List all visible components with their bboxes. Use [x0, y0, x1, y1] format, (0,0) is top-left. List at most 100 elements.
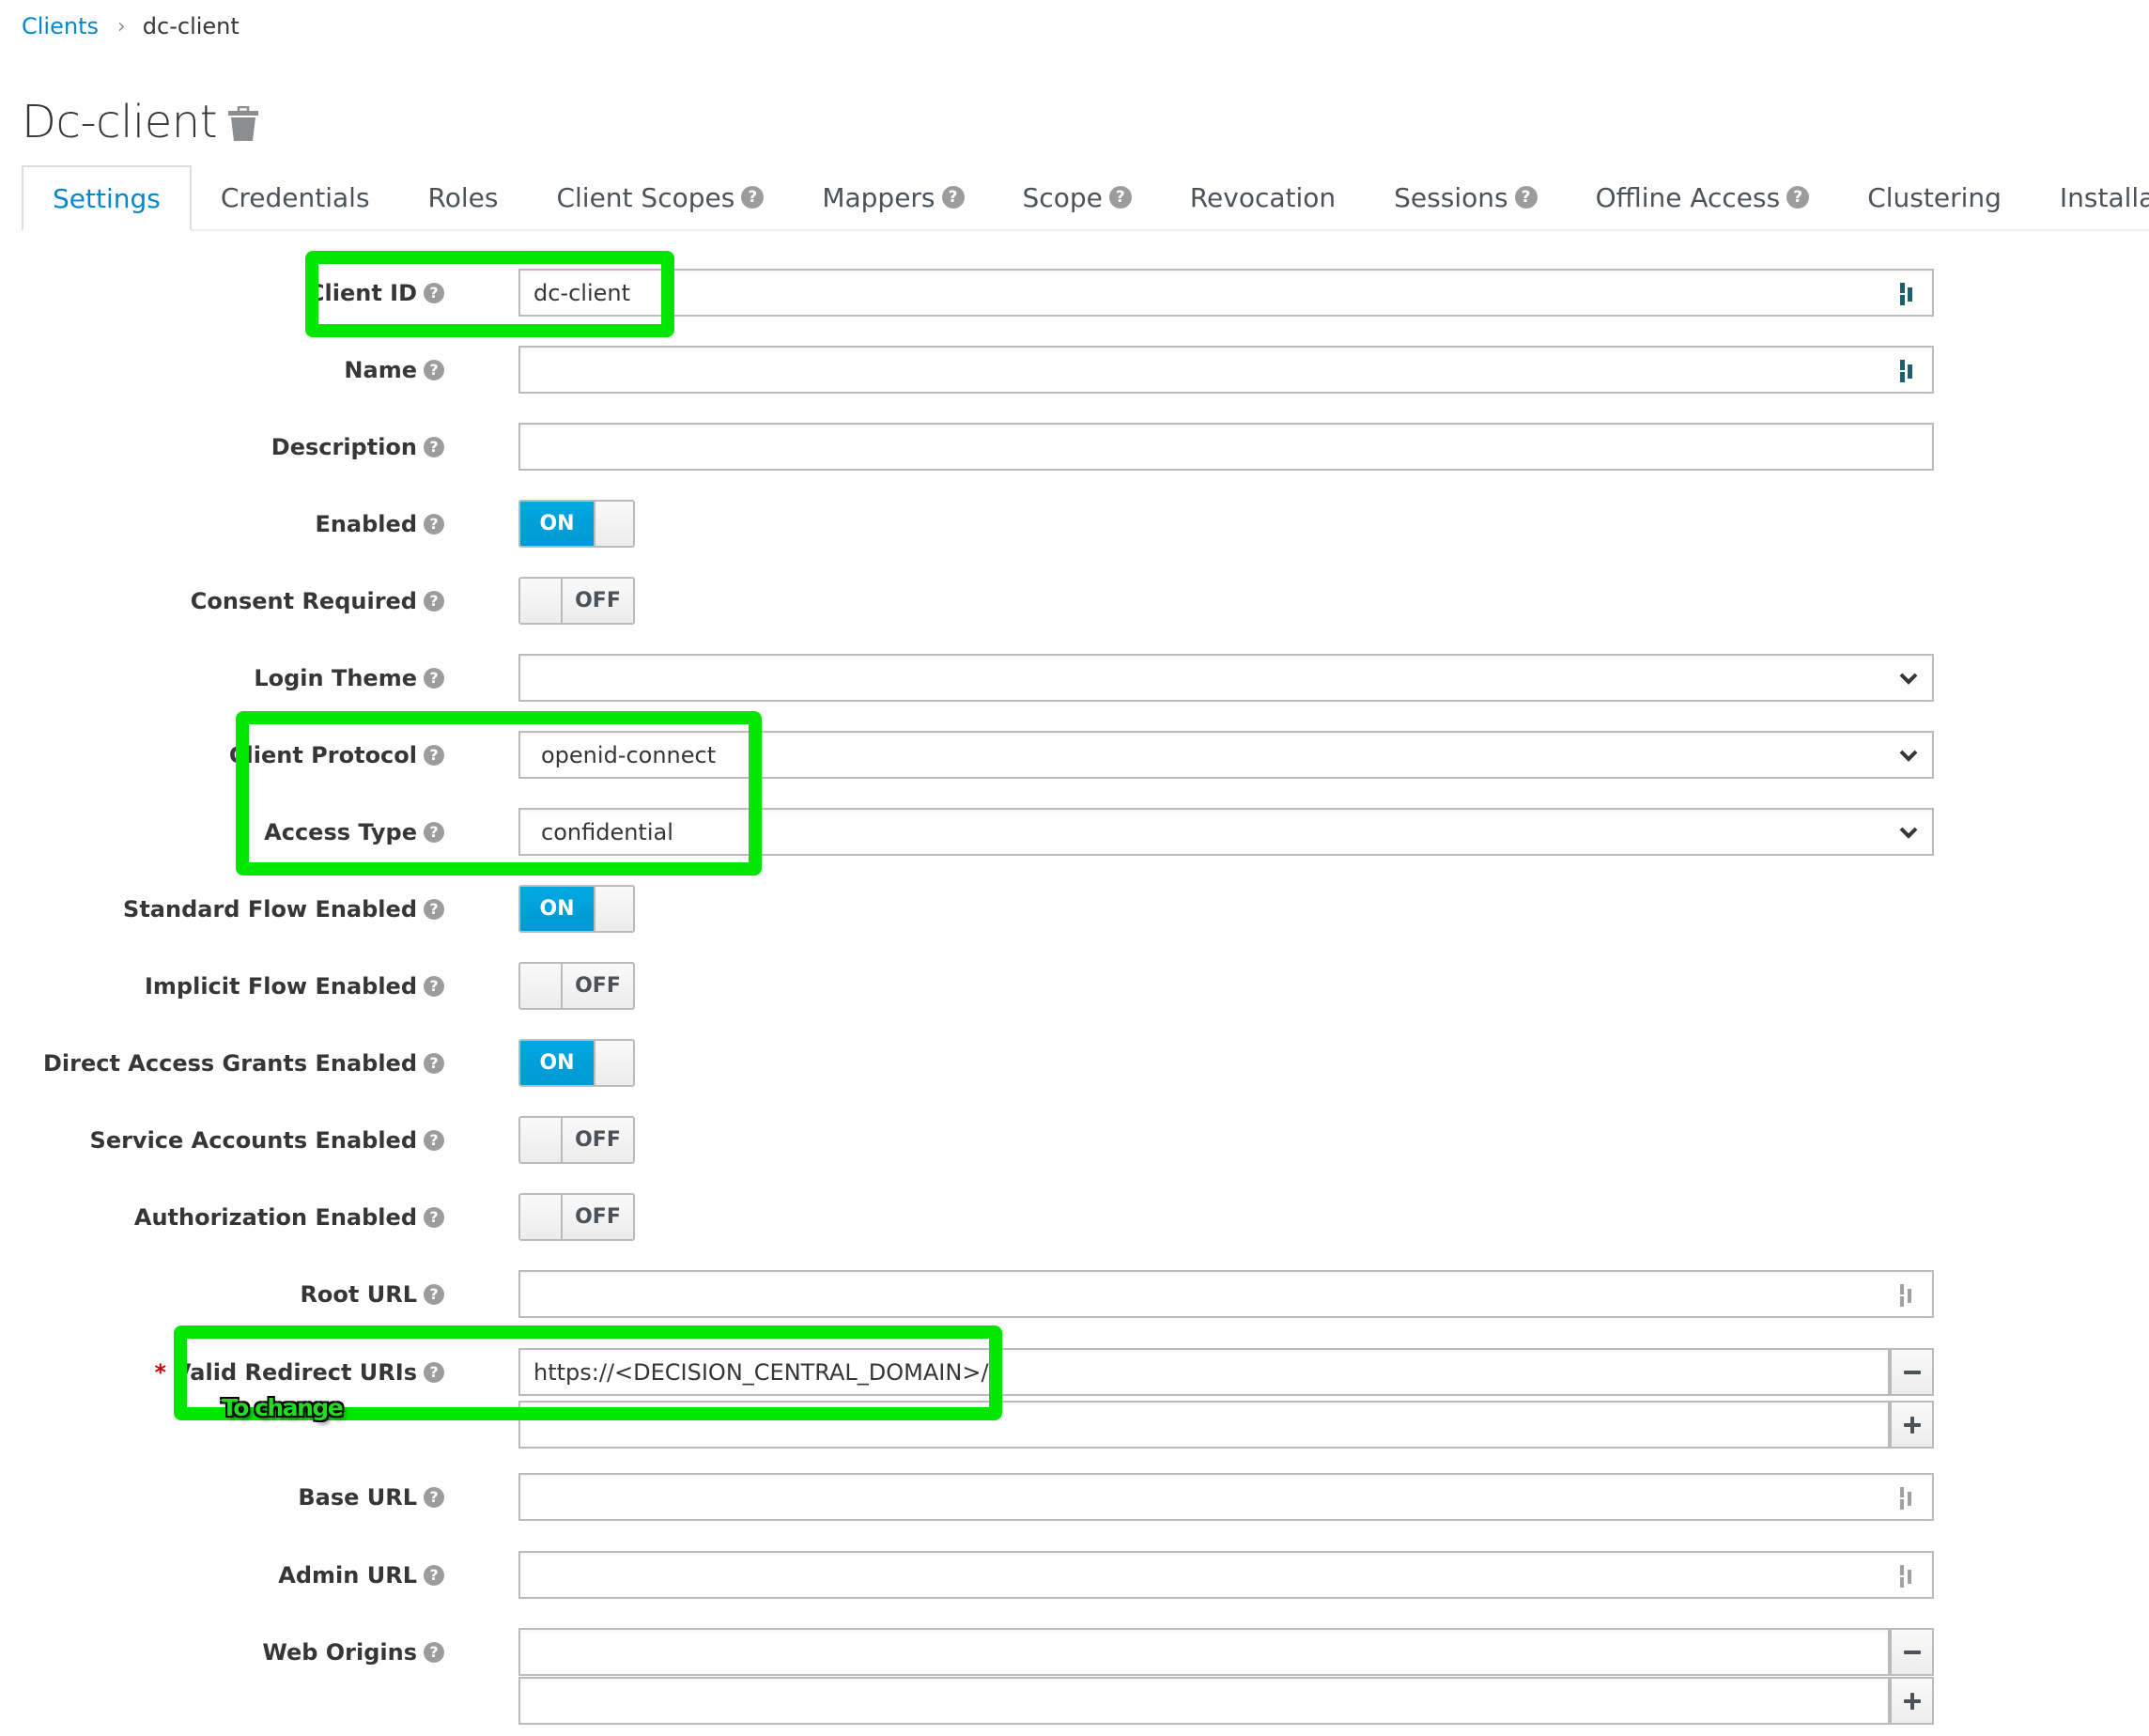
- enabled-toggle[interactable]: ON: [518, 500, 635, 548]
- toggle-state: OFF: [563, 579, 633, 623]
- new-web-origin-input[interactable]: [518, 1677, 1890, 1725]
- help-icon[interactable]: ?: [424, 1486, 444, 1508]
- tab-roles[interactable]: Roles: [399, 165, 528, 229]
- remove-web-origin-button[interactable]: [1890, 1628, 1934, 1676]
- help-icon[interactable]: ?: [424, 282, 444, 303]
- tab-label: Client Scopes: [556, 181, 735, 213]
- toggle-state: ON: [520, 1041, 594, 1085]
- help-icon[interactable]: ?: [424, 1361, 444, 1383]
- consent-required-label: Consent Required?: [0, 577, 444, 625]
- tab-mappers[interactable]: Mappers?: [793, 165, 993, 229]
- label-text: Service Accounts Enabled: [89, 1126, 417, 1154]
- help-icon[interactable]: ?: [1786, 186, 1810, 209]
- tab-offline-access[interactable]: Offline Access?: [1567, 165, 1839, 229]
- help-icon[interactable]: ?: [941, 186, 965, 209]
- help-icon[interactable]: ?: [424, 513, 444, 535]
- service-accounts-toggle[interactable]: OFF: [518, 1116, 635, 1164]
- breadcrumb: Clients › dc-client: [22, 9, 240, 43]
- help-icon[interactable]: ?: [424, 1283, 444, 1305]
- valid-redirect-uri-input[interactable]: https://<DECISION_CENTRAL_DOMAIN>/*: [518, 1348, 1890, 1396]
- tab-revocation[interactable]: Revocation: [1161, 165, 1365, 229]
- client-protocol-select[interactable]: openid-connect: [518, 731, 1934, 779]
- breadcrumb-clients-link[interactable]: Clients: [22, 13, 99, 39]
- tab-credentials[interactable]: Credentials: [192, 165, 399, 229]
- help-icon[interactable]: ?: [1108, 186, 1132, 209]
- help-icon[interactable]: ?: [424, 1052, 444, 1074]
- password-manager-icon[interactable]: [1898, 281, 1921, 307]
- help-icon[interactable]: ?: [424, 359, 444, 380]
- input-value: dc-client: [533, 279, 631, 306]
- label-text: Root URL: [300, 1280, 417, 1308]
- base-url-label: Base URL?: [0, 1473, 444, 1521]
- password-manager-icon[interactable]: [1898, 1282, 1921, 1309]
- minus-icon: [1903, 1370, 1921, 1374]
- authorization-toggle[interactable]: OFF: [518, 1193, 635, 1241]
- access-type-select[interactable]: confidential: [518, 808, 1934, 856]
- help-icon[interactable]: ?: [424, 1206, 444, 1228]
- label-text: Enabled: [315, 510, 417, 537]
- trash-icon[interactable]: [227, 106, 259, 142]
- label-text: Client ID: [307, 279, 417, 306]
- help-icon[interactable]: ?: [424, 1641, 444, 1663]
- tab-settings[interactable]: Settings: [22, 165, 192, 231]
- label-text: Access Type: [264, 818, 417, 845]
- admin-url-input[interactable]: [518, 1551, 1934, 1599]
- help-icon[interactable]: ?: [741, 186, 765, 209]
- help-icon[interactable]: ?: [424, 1564, 444, 1586]
- tab-installation[interactable]: Installation?: [2031, 165, 2149, 229]
- toggle-state: OFF: [563, 964, 633, 1008]
- help-icon[interactable]: ?: [424, 590, 444, 612]
- password-manager-icon[interactable]: [1898, 1563, 1921, 1589]
- access-type-label: Access Type?: [0, 808, 444, 856]
- tab-label: Installation: [2059, 181, 2149, 213]
- help-icon[interactable]: ?: [424, 744, 444, 766]
- help-icon[interactable]: ?: [424, 1129, 444, 1151]
- tab-client-scopes[interactable]: Client Scopes?: [527, 165, 793, 229]
- label-text: Login Theme: [254, 664, 417, 691]
- tab-clustering[interactable]: Clustering: [1838, 165, 2031, 229]
- tab-label: Mappers: [822, 181, 935, 213]
- help-icon[interactable]: ?: [424, 898, 444, 920]
- help-icon[interactable]: ?: [424, 667, 444, 689]
- base-url-input[interactable]: [518, 1473, 1934, 1521]
- new-redirect-uri-input[interactable]: [518, 1401, 1890, 1449]
- tab-label: Revocation: [1189, 181, 1337, 213]
- client-protocol-label: Client Protocol?: [0, 731, 444, 779]
- login-theme-select[interactable]: [518, 654, 1934, 702]
- name-input[interactable]: [518, 346, 1934, 394]
- add-web-origin-button[interactable]: [1890, 1677, 1934, 1725]
- toggle-knob: [594, 887, 633, 931]
- web-origins-label: Web Origins?: [0, 1628, 444, 1676]
- toggle-knob: [594, 502, 633, 546]
- remove-redirect-uri-button[interactable]: [1890, 1348, 1934, 1396]
- password-manager-icon[interactable]: [1898, 358, 1921, 384]
- tab-sessions[interactable]: Sessions?: [1365, 165, 1566, 229]
- help-icon[interactable]: ?: [424, 821, 444, 843]
- consent-required-toggle[interactable]: OFF: [518, 577, 635, 625]
- standard-flow-toggle[interactable]: ON: [518, 885, 635, 933]
- direct-access-grants-toggle[interactable]: ON: [518, 1039, 635, 1087]
- root-url-input[interactable]: [518, 1270, 1934, 1318]
- implicit-flow-toggle[interactable]: OFF: [518, 962, 635, 1010]
- password-manager-icon[interactable]: [1898, 1485, 1921, 1511]
- toggle-knob: [520, 1195, 563, 1239]
- toggle-knob: [520, 579, 563, 623]
- annotation-note: To change: [222, 1394, 344, 1421]
- help-icon[interactable]: ?: [424, 975, 444, 997]
- label-text: Consent Required: [190, 587, 417, 614]
- root-url-label: Root URL?: [0, 1270, 444, 1318]
- valid-redirect-uris-label: * Valid Redirect URIs?: [0, 1348, 444, 1396]
- tab-label: Roles: [427, 181, 499, 213]
- label-text: Implicit Flow Enabled: [144, 972, 417, 1000]
- tab-scope[interactable]: Scope?: [994, 165, 1161, 229]
- web-origin-input[interactable]: [518, 1628, 1890, 1676]
- help-icon[interactable]: ?: [1514, 186, 1538, 209]
- client-id-input[interactable]: dc-client: [518, 269, 1934, 317]
- add-redirect-uri-button[interactable]: [1890, 1401, 1934, 1449]
- authorization-label: Authorization Enabled?: [0, 1193, 444, 1241]
- breadcrumb-current: dc-client: [142, 13, 240, 39]
- description-input[interactable]: [518, 423, 1934, 471]
- help-icon[interactable]: ?: [424, 436, 444, 457]
- description-label: Description?: [0, 423, 444, 471]
- label-text: Authorization Enabled: [133, 1203, 417, 1231]
